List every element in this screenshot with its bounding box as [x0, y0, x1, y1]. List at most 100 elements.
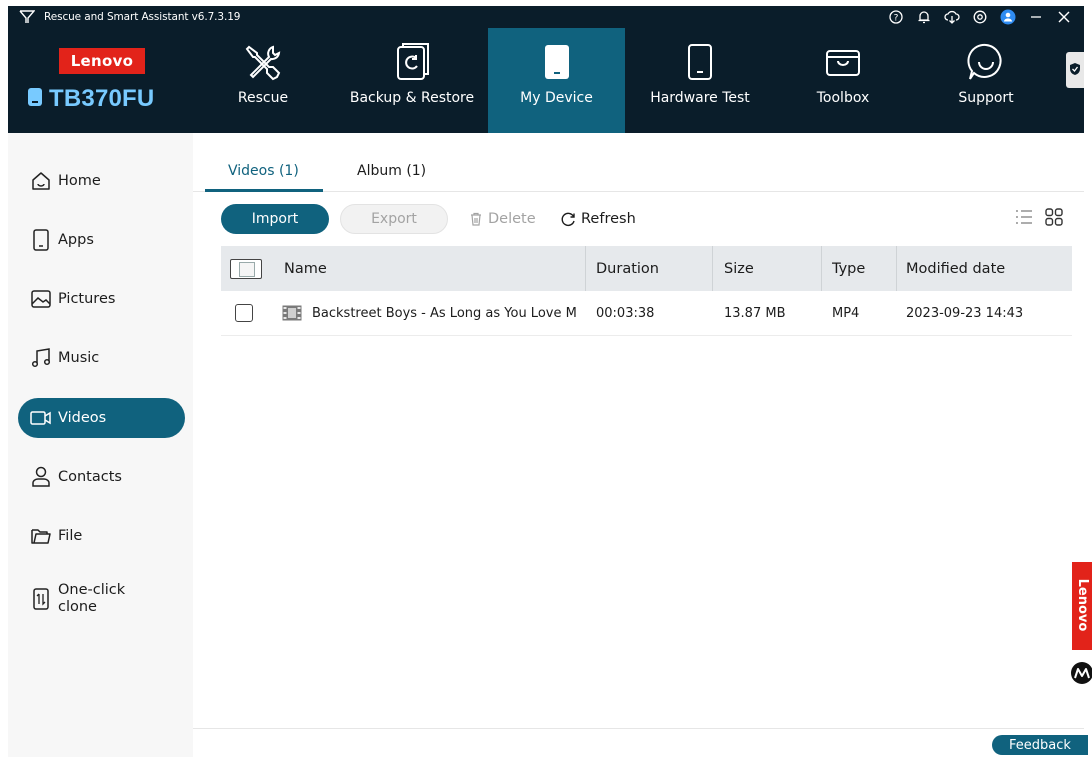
column-divider	[712, 246, 713, 291]
top-navigation: Lenovo TB370FU Rescue Backup & Restore M…	[8, 28, 1084, 133]
help-icon[interactable]: ?	[882, 6, 910, 28]
toolbox-icon	[793, 42, 893, 82]
sidebar-item-label: Music	[58, 350, 100, 366]
tab-album[interactable]: Album (1)	[357, 163, 426, 179]
app-logo-icon	[18, 8, 36, 26]
tab-videos[interactable]: Videos (1)	[228, 163, 299, 179]
grid-view-icon[interactable]	[1044, 207, 1064, 227]
nav-tab-label: Toolbox	[816, 90, 870, 106]
music-icon	[30, 347, 52, 369]
active-tab-indicator	[205, 189, 323, 192]
sidebar-item-label: Home	[58, 173, 101, 189]
side-shield-tab[interactable]	[1066, 52, 1084, 88]
refresh-button[interactable]: Refresh	[561, 204, 636, 234]
delete-button[interactable]: Delete	[469, 204, 536, 234]
file-size: 13.87 MB	[724, 305, 786, 321]
column-header-size[interactable]: Size	[724, 246, 754, 291]
home-icon	[30, 170, 52, 192]
sidebar-item-label: Videos	[58, 410, 107, 426]
user-avatar-icon[interactable]	[994, 6, 1022, 28]
sidebar-item-videos[interactable]: Videos	[18, 398, 185, 438]
video-file-icon	[282, 291, 302, 335]
sidebar-item-label: Pictures	[58, 291, 116, 307]
table-row[interactable]: Backstreet Boys - As Long as You Love M …	[221, 291, 1072, 336]
phone-icon	[30, 229, 52, 251]
sidebar-item-label: One-click clone	[58, 582, 126, 615]
nav-tab-backup-restore[interactable]: Backup & Restore	[338, 28, 486, 133]
row-checkbox[interactable]	[235, 291, 253, 335]
nav-tab-my-device[interactable]: My Device	[488, 28, 625, 133]
sidebar-item-label: Apps	[58, 232, 94, 248]
video-table: Name Duration Size Type Modified date Ba…	[221, 246, 1072, 336]
sidebar-item-label: File	[58, 528, 83, 544]
list-view-icon[interactable]	[1014, 207, 1034, 227]
feedback-button[interactable]: Feedback	[992, 735, 1088, 755]
file-modified-date: 2023-09-23 14:43	[906, 305, 1024, 321]
lenovo-side-badge[interactable]: Lenovo	[1072, 562, 1092, 650]
nav-tab-label: My Device	[520, 90, 593, 106]
backup-icon	[338, 42, 486, 82]
nav-tab-support[interactable]: Support	[936, 28, 1036, 133]
tools-icon	[208, 42, 318, 82]
folder-icon	[30, 525, 52, 547]
column-header-duration[interactable]: Duration	[596, 246, 659, 291]
import-button[interactable]: Import	[221, 204, 329, 234]
svg-text:?: ?	[894, 14, 899, 24]
clone-icon	[30, 588, 52, 610]
cloud-download-icon[interactable]	[938, 6, 966, 28]
sidebar-item-music[interactable]: Music	[18, 338, 185, 378]
table-header: Name Duration Size Type Modified date	[221, 246, 1072, 291]
picture-icon	[30, 288, 52, 310]
column-divider	[585, 246, 586, 291]
left-sidebar: Home Apps Pictures Music Videos Contacts	[8, 133, 193, 757]
column-header-name[interactable]: Name	[284, 246, 327, 291]
file-name: Backstreet Boys - As Long as You Love M	[312, 305, 577, 321]
nav-tab-label: Rescue	[237, 90, 289, 106]
main-content: Videos (1) Album (1) Import Export Delet…	[193, 133, 1084, 757]
refresh-icon	[561, 212, 576, 227]
nav-tab-label: Support	[958, 90, 1014, 106]
tablet-small-icon	[27, 87, 43, 111]
device-indicator: TB370FU	[27, 85, 154, 113]
sidebar-item-pictures[interactable]: Pictures	[18, 279, 185, 319]
select-all-checkbox[interactable]	[230, 246, 262, 291]
sidebar-item-apps[interactable]: Apps	[18, 220, 185, 260]
nav-tab-rescue[interactable]: Rescue	[208, 28, 318, 133]
sidebar-item-label: Contacts	[58, 469, 122, 485]
device-outline-icon	[630, 42, 770, 82]
nav-tab-label: Backup & Restore	[349, 90, 475, 106]
export-button[interactable]: Export	[340, 204, 448, 234]
toolbar: Import Export Delete Refresh	[193, 203, 1084, 235]
tablet-icon	[488, 42, 625, 82]
shield-icon	[1069, 61, 1081, 80]
chat-icon	[936, 42, 1036, 82]
settings-icon[interactable]	[966, 6, 994, 28]
person-icon	[30, 466, 52, 488]
minimize-icon[interactable]	[1022, 6, 1050, 28]
column-divider	[896, 246, 897, 291]
notification-bell-icon[interactable]	[910, 6, 938, 28]
close-icon[interactable]	[1050, 6, 1078, 28]
video-icon	[30, 407, 52, 429]
sidebar-item-contacts[interactable]: Contacts	[18, 457, 185, 497]
lenovo-logo: Lenovo	[59, 48, 145, 74]
content-tabs: Videos (1) Album (1)	[193, 133, 1084, 192]
sidebar-item-home[interactable]: Home	[18, 161, 185, 201]
file-type: MP4	[832, 305, 860, 321]
title-bar: Rescue and Smart Assistant v6.7.3.19 ?	[8, 6, 1084, 28]
nav-tab-label: Hardware Test	[650, 90, 750, 106]
column-header-type[interactable]: Type	[832, 246, 865, 291]
file-duration: 00:03:38	[596, 305, 655, 321]
nav-tab-hardware-test[interactable]: Hardware Test	[630, 28, 770, 133]
footer-divider	[193, 728, 1084, 729]
view-mode-switch	[1014, 207, 1064, 227]
nav-tab-toolbox[interactable]: Toolbox	[793, 28, 893, 133]
sidebar-item-one-click-clone[interactable]: One-click clone	[18, 576, 185, 622]
sidebar-item-file[interactable]: File	[18, 516, 185, 556]
device-name: TB370FU	[49, 85, 155, 112]
column-header-modified-date[interactable]: Modified date	[906, 246, 1005, 291]
motorola-logo-icon[interactable]	[1071, 662, 1092, 684]
column-divider	[821, 246, 822, 291]
brand-area: Lenovo TB370FU	[8, 28, 196, 133]
app-title: Rescue and Smart Assistant v6.7.3.19	[44, 11, 241, 23]
